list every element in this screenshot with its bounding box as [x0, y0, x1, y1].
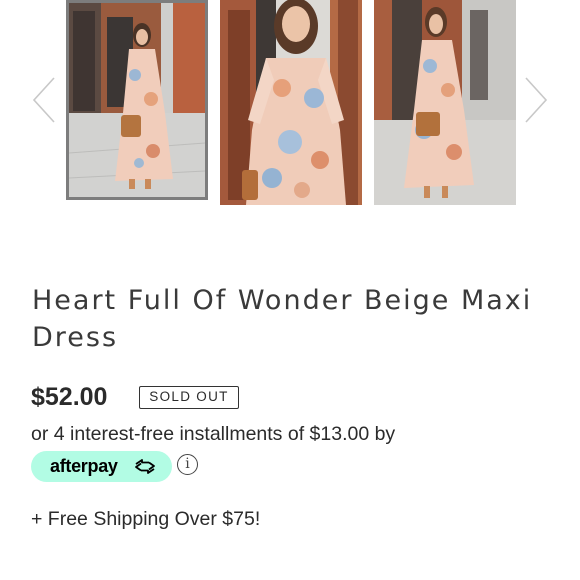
afterpay-arrows-icon: [135, 459, 155, 474]
dress-photo-2: [220, 0, 362, 205]
dress-photo-1: [69, 3, 205, 197]
product-price: $52.00: [31, 383, 108, 411]
afterpay-badge[interactable]: afterpay: [31, 451, 172, 482]
previous-image-button[interactable]: [30, 70, 60, 130]
dress-photo-3: [374, 0, 516, 205]
free-shipping-text: + Free Shipping Over $75!: [31, 508, 261, 530]
product-title: Heart Full Of Wonder Beige Maxi Dress: [32, 285, 533, 353]
product-thumbnail-3[interactable]: [374, 0, 516, 205]
installments-text: or 4 interest-free installments of $13.0…: [31, 423, 396, 445]
chevron-right-icon: [525, 77, 548, 123]
next-image-button[interactable]: [520, 70, 550, 130]
product-thumbnail-1[interactable]: [66, 0, 208, 200]
afterpay-label: afterpay: [50, 456, 118, 476]
chevron-left-icon: [32, 77, 55, 123]
info-icon[interactable]: i: [177, 454, 198, 475]
product-thumbnail-2[interactable]: [220, 0, 362, 205]
sold-out-badge: SOLD OUT: [139, 386, 239, 409]
image-carousel: [0, 0, 580, 205]
